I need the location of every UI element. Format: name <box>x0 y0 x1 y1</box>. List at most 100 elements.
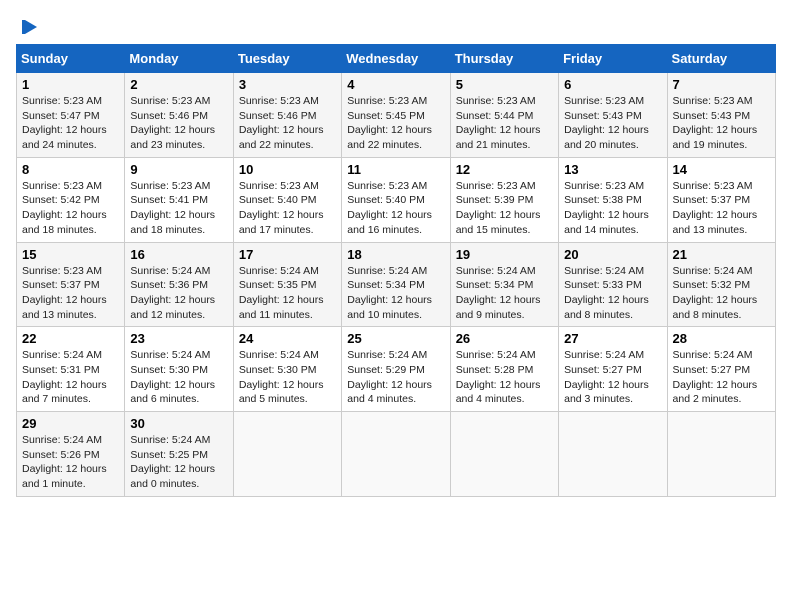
calendar-cell: 8 Sunrise: 5:23 AM Sunset: 5:42 PM Dayli… <box>17 157 125 242</box>
sunrise-label: Sunrise: <box>239 95 278 107</box>
day-number: 25 <box>347 331 444 346</box>
sunrise-label: Sunrise: <box>130 434 169 446</box>
daylight-label: Daylight: <box>22 294 63 306</box>
sunset-label: Sunset: <box>564 279 600 291</box>
calendar-cell <box>559 412 667 497</box>
calendar-cell: 20 Sunrise: 5:24 AM Sunset: 5:33 PM Dayl… <box>559 242 667 327</box>
daylight-label: Daylight: <box>673 209 714 221</box>
day-number: 5 <box>456 77 553 92</box>
day-number: 4 <box>347 77 444 92</box>
day-info: Sunrise: 5:23 AM Sunset: 5:37 PM Dayligh… <box>22 264 119 323</box>
daylight-label: Daylight: <box>22 209 63 221</box>
calendar-cell: 15 Sunrise: 5:23 AM Sunset: 5:37 PM Dayl… <box>17 242 125 327</box>
daylight-label: Daylight: <box>239 379 280 391</box>
sunrise-label: Sunrise: <box>456 180 495 192</box>
calendar-cell: 14 Sunrise: 5:23 AM Sunset: 5:37 PM Dayl… <box>667 157 775 242</box>
calendar-cell: 5 Sunrise: 5:23 AM Sunset: 5:44 PM Dayli… <box>450 73 558 158</box>
calendar-cell: 18 Sunrise: 5:24 AM Sunset: 5:34 PM Dayl… <box>342 242 450 327</box>
page-header <box>16 16 776 34</box>
calendar-week-1: 1 Sunrise: 5:23 AM Sunset: 5:47 PM Dayli… <box>17 73 776 158</box>
day-info: Sunrise: 5:24 AM Sunset: 5:33 PM Dayligh… <box>564 264 661 323</box>
sunrise-label: Sunrise: <box>347 349 386 361</box>
calendar-cell: 9 Sunrise: 5:23 AM Sunset: 5:41 PM Dayli… <box>125 157 233 242</box>
sunrise-label: Sunrise: <box>239 349 278 361</box>
sunrise-label: Sunrise: <box>564 95 603 107</box>
sunset-label: Sunset: <box>347 364 383 376</box>
day-number: 27 <box>564 331 661 346</box>
calendar-cell: 22 Sunrise: 5:24 AM Sunset: 5:31 PM Dayl… <box>17 327 125 412</box>
sunset-label: Sunset: <box>239 279 275 291</box>
calendar-cell: 12 Sunrise: 5:23 AM Sunset: 5:39 PM Dayl… <box>450 157 558 242</box>
sunrise-label: Sunrise: <box>564 265 603 277</box>
sunset-label: Sunset: <box>564 364 600 376</box>
calendar-cell: 10 Sunrise: 5:23 AM Sunset: 5:40 PM Dayl… <box>233 157 341 242</box>
day-number: 26 <box>456 331 553 346</box>
sunrise-label: Sunrise: <box>673 265 712 277</box>
calendar-week-3: 15 Sunrise: 5:23 AM Sunset: 5:37 PM Dayl… <box>17 242 776 327</box>
calendar-cell: 13 Sunrise: 5:23 AM Sunset: 5:38 PM Dayl… <box>559 157 667 242</box>
sunset-label: Sunset: <box>456 364 492 376</box>
sunrise-label: Sunrise: <box>239 180 278 192</box>
sunset-label: Sunset: <box>564 110 600 122</box>
calendar-cell: 11 Sunrise: 5:23 AM Sunset: 5:40 PM Dayl… <box>342 157 450 242</box>
sunrise-label: Sunrise: <box>22 95 61 107</box>
day-info: Sunrise: 5:23 AM Sunset: 5:46 PM Dayligh… <box>130 94 227 153</box>
sunrise-label: Sunrise: <box>239 265 278 277</box>
daylight-label: Daylight: <box>347 379 388 391</box>
daylight-label: Daylight: <box>130 294 171 306</box>
calendar-cell <box>450 412 558 497</box>
day-info: Sunrise: 5:24 AM Sunset: 5:34 PM Dayligh… <box>347 264 444 323</box>
sunset-label: Sunset: <box>22 194 58 206</box>
calendar-cell: 2 Sunrise: 5:23 AM Sunset: 5:46 PM Dayli… <box>125 73 233 158</box>
sunset-label: Sunset: <box>673 194 709 206</box>
day-number: 12 <box>456 162 553 177</box>
day-number: 2 <box>130 77 227 92</box>
logo-icon <box>19 16 41 38</box>
calendar-cell: 1 Sunrise: 5:23 AM Sunset: 5:47 PM Dayli… <box>17 73 125 158</box>
day-number: 3 <box>239 77 336 92</box>
sunset-label: Sunset: <box>130 449 166 461</box>
sunset-label: Sunset: <box>22 364 58 376</box>
sunrise-label: Sunrise: <box>673 180 712 192</box>
sunrise-label: Sunrise: <box>22 349 61 361</box>
calendar-cell: 19 Sunrise: 5:24 AM Sunset: 5:34 PM Dayl… <box>450 242 558 327</box>
sunrise-label: Sunrise: <box>22 180 61 192</box>
daylight-label: Daylight: <box>564 124 605 136</box>
calendar-cell <box>342 412 450 497</box>
day-number: 14 <box>673 162 770 177</box>
calendar-cell: 30 Sunrise: 5:24 AM Sunset: 5:25 PM Dayl… <box>125 412 233 497</box>
daylight-label: Daylight: <box>130 209 171 221</box>
day-number: 10 <box>239 162 336 177</box>
daylight-label: Daylight: <box>347 124 388 136</box>
day-info: Sunrise: 5:23 AM Sunset: 5:47 PM Dayligh… <box>22 94 119 153</box>
sunset-label: Sunset: <box>347 194 383 206</box>
daylight-label: Daylight: <box>347 294 388 306</box>
calendar-cell <box>667 412 775 497</box>
calendar-cell: 4 Sunrise: 5:23 AM Sunset: 5:45 PM Dayli… <box>342 73 450 158</box>
day-info: Sunrise: 5:23 AM Sunset: 5:38 PM Dayligh… <box>564 179 661 238</box>
day-number: 16 <box>130 247 227 262</box>
day-info: Sunrise: 5:23 AM Sunset: 5:43 PM Dayligh… <box>564 94 661 153</box>
daylight-label: Daylight: <box>239 209 280 221</box>
daylight-label: Daylight: <box>564 294 605 306</box>
day-info: Sunrise: 5:24 AM Sunset: 5:26 PM Dayligh… <box>22 433 119 492</box>
day-number: 15 <box>22 247 119 262</box>
day-info: Sunrise: 5:23 AM Sunset: 5:40 PM Dayligh… <box>347 179 444 238</box>
daylight-label: Daylight: <box>456 379 497 391</box>
calendar-cell: 26 Sunrise: 5:24 AM Sunset: 5:28 PM Dayl… <box>450 327 558 412</box>
day-info: Sunrise: 5:23 AM Sunset: 5:46 PM Dayligh… <box>239 94 336 153</box>
daylight-label: Daylight: <box>130 379 171 391</box>
calendar-cell: 21 Sunrise: 5:24 AM Sunset: 5:32 PM Dayl… <box>667 242 775 327</box>
sunrise-label: Sunrise: <box>130 95 169 107</box>
daylight-label: Daylight: <box>239 294 280 306</box>
sunrise-label: Sunrise: <box>456 95 495 107</box>
day-number: 18 <box>347 247 444 262</box>
day-info: Sunrise: 5:23 AM Sunset: 5:44 PM Dayligh… <box>456 94 553 153</box>
day-number: 20 <box>564 247 661 262</box>
day-info: Sunrise: 5:24 AM Sunset: 5:29 PM Dayligh… <box>347 348 444 407</box>
day-number: 23 <box>130 331 227 346</box>
day-number: 13 <box>564 162 661 177</box>
day-info: Sunrise: 5:23 AM Sunset: 5:37 PM Dayligh… <box>673 179 770 238</box>
day-number: 9 <box>130 162 227 177</box>
sunset-label: Sunset: <box>673 110 709 122</box>
